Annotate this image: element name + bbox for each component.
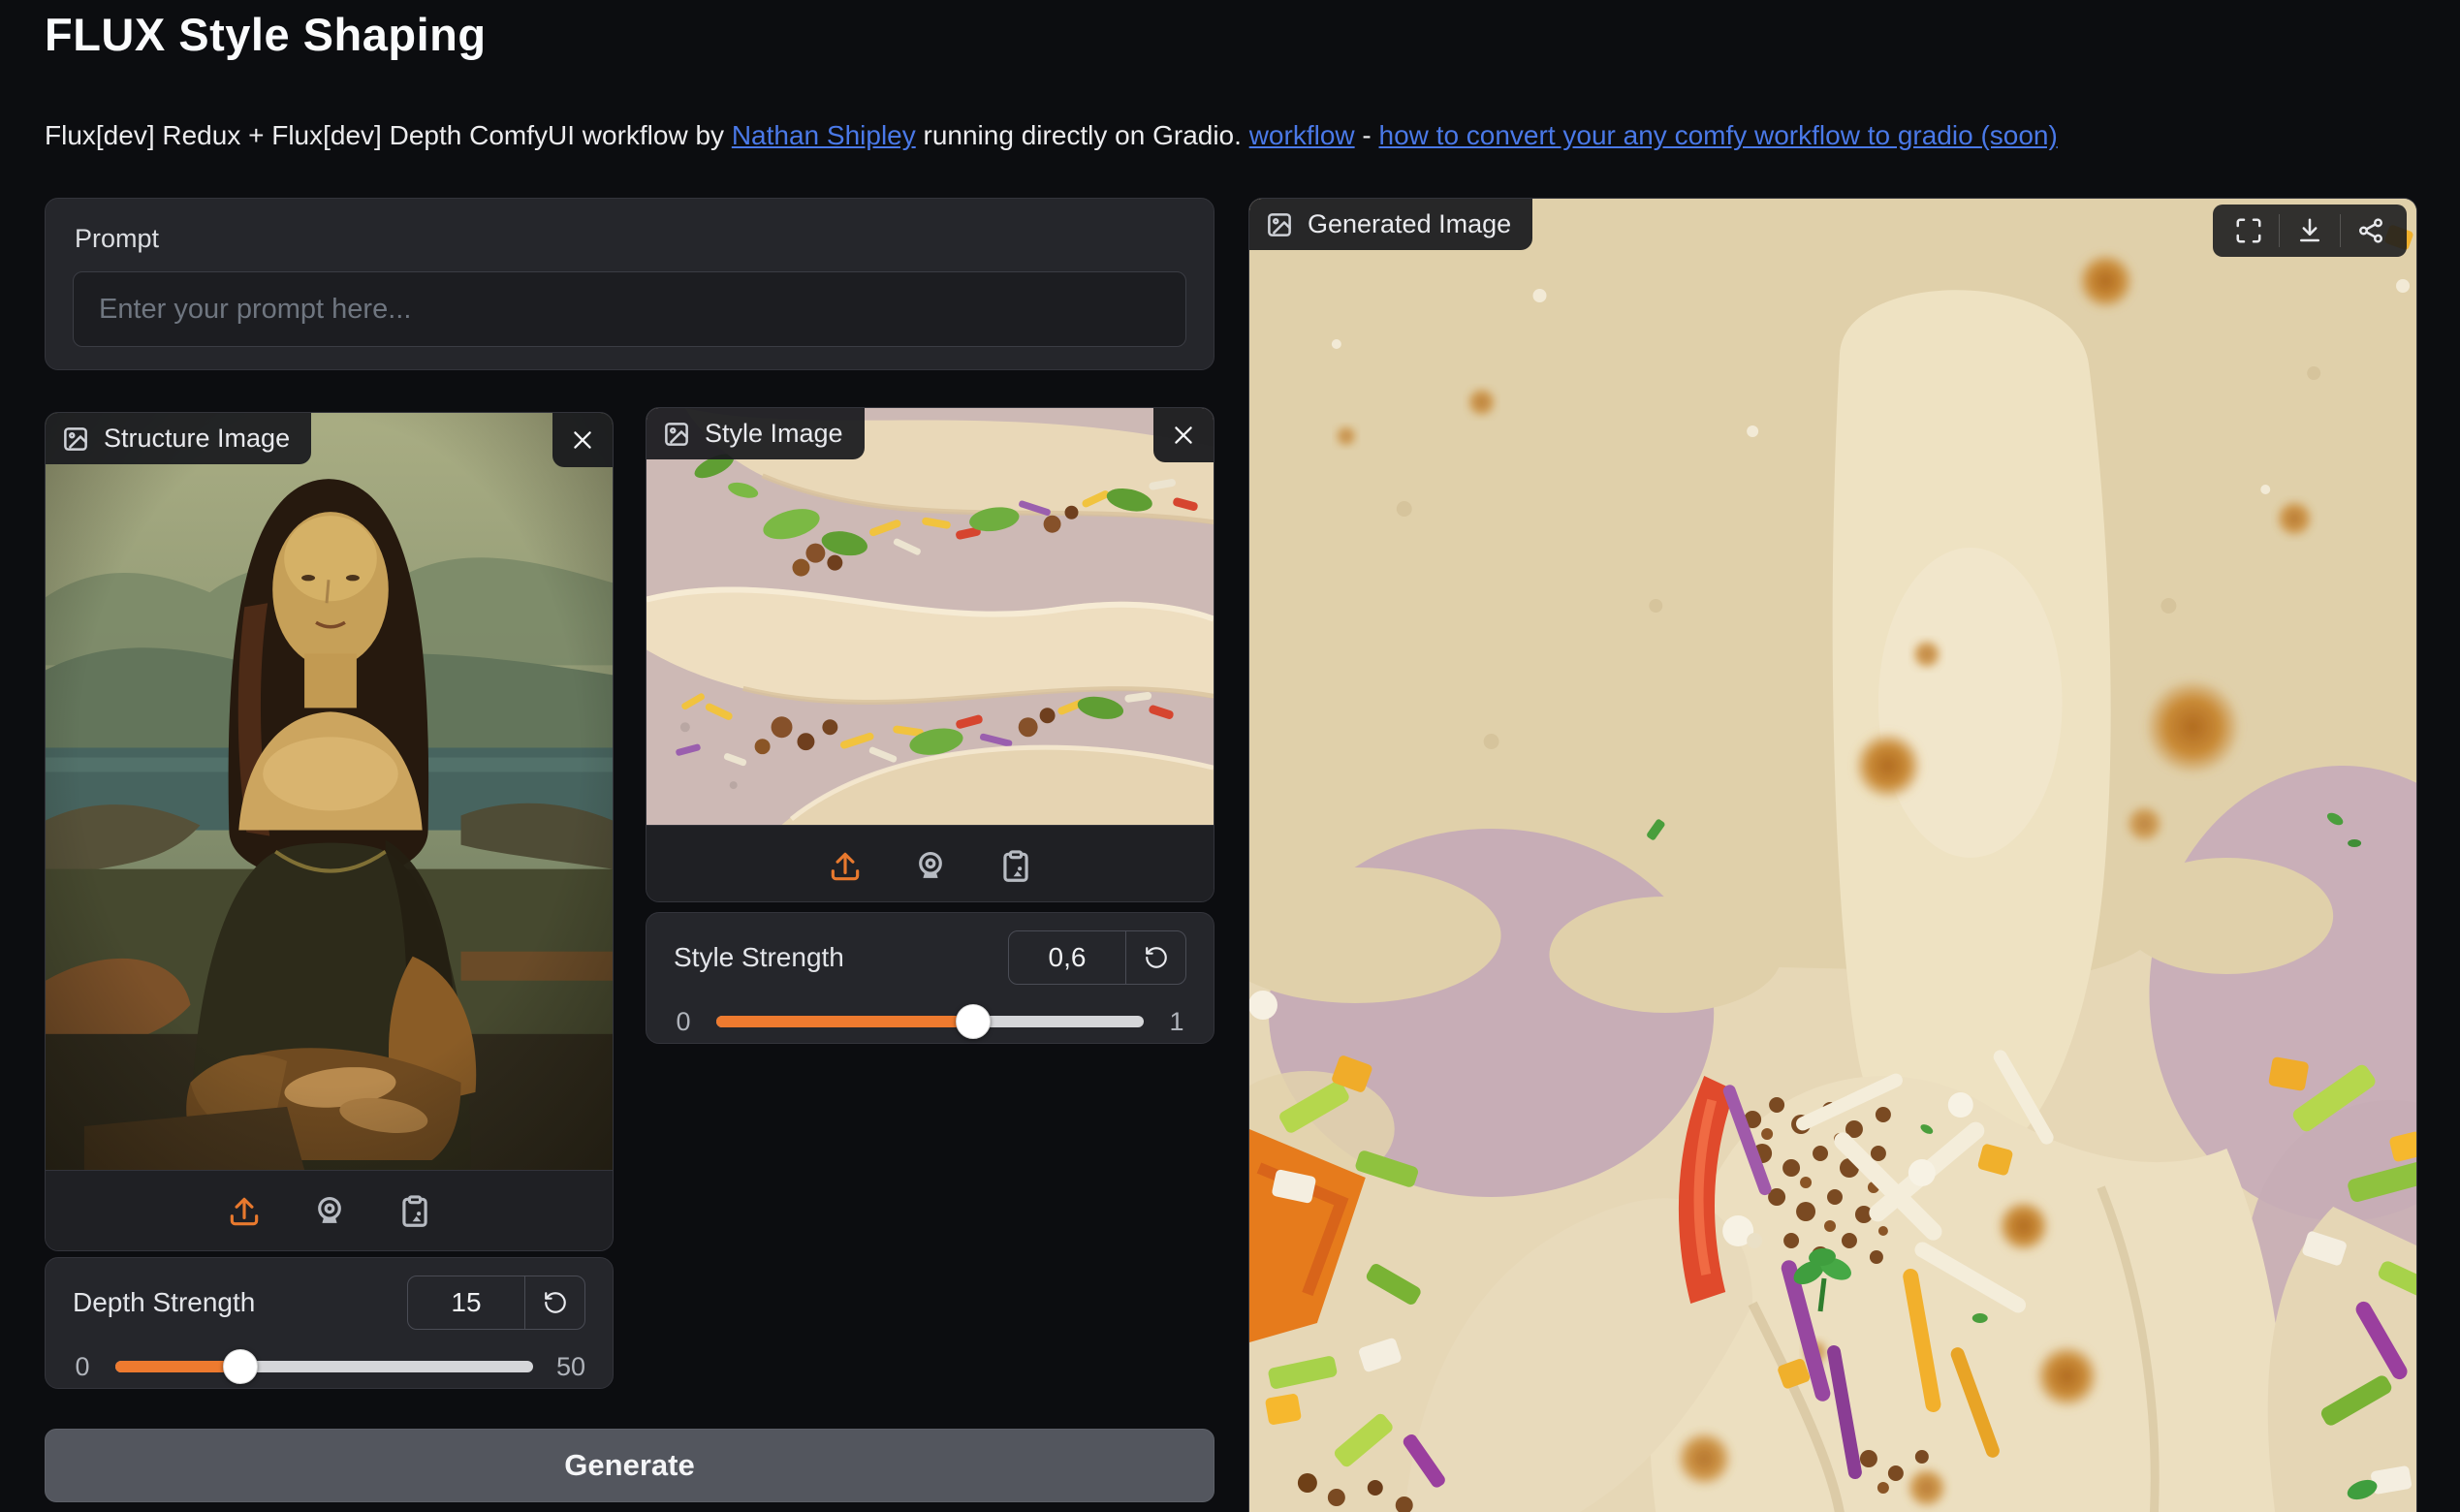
depth-strength-input[interactable] [408,1276,524,1329]
webcam-button[interactable] [301,1187,358,1236]
style-strength-panel: Style Strength 0 1 [646,912,1214,1044]
subtitle-separator: - [1355,120,1379,150]
style-image-panel: Style Image [646,407,1214,902]
prompt-panel: Prompt [45,198,1214,370]
upload-icon [827,848,864,885]
webcam-icon [912,848,949,885]
download-button[interactable] [2280,208,2340,253]
image-icon [662,420,691,449]
style-image[interactable]: Style Image [647,408,1214,825]
close-icon [569,426,596,454]
structure-image-label: Structure Image [104,424,290,454]
slider-fill [115,1361,240,1372]
generated-image-label: Generated Image [1308,209,1511,239]
generated-image-chip: Generated Image [1249,199,1532,250]
prompt-label: Prompt [75,224,1186,254]
subtitle-text-2: running directly on Gradio. [916,120,1249,150]
mona-lisa-image [46,413,613,1170]
depth-strength-label: Depth Strength [73,1287,255,1318]
depth-strength-slider[interactable] [115,1349,533,1384]
slider-fill [716,1016,973,1027]
structure-image-panel: Structure Image [45,412,614,1251]
clipboard-image-icon [997,848,1034,885]
depth-strength-panel: Depth Strength 0 50 [45,1257,614,1389]
share-icon [2356,216,2385,245]
style-strength-label: Style Strength [674,942,844,973]
structure-source-toolbar [46,1170,613,1251]
clipboard-image-icon [396,1193,433,1230]
page-title: FLUX Style Shaping [45,8,487,61]
depth-strength-min: 0 [73,1352,92,1382]
webcam-button[interactable] [902,842,959,891]
paste-image-button[interactable] [387,1187,443,1236]
workflow-link[interactable]: workflow [1249,120,1355,150]
slider-handle[interactable] [223,1349,258,1384]
style-strength-number-group [1008,930,1186,985]
image-icon [1265,210,1294,239]
paste-image-button[interactable] [988,842,1044,891]
reset-icon [543,1290,568,1315]
upload-button[interactable] [817,842,873,891]
style-strength-max: 1 [1167,1007,1186,1037]
style-image-chip: Style Image [647,408,865,459]
prompt-input[interactable] [73,271,1186,347]
style-strength-input[interactable] [1009,931,1125,984]
structure-close-button[interactable] [552,413,613,467]
fullscreen-button[interactable] [2219,208,2279,253]
fullscreen-icon [2234,216,2263,245]
upload-button[interactable] [216,1187,272,1236]
generated-image-toolbar [2213,205,2407,257]
slider-handle[interactable] [956,1004,991,1039]
download-icon [2295,216,2324,245]
upload-icon [226,1193,263,1230]
howto-link[interactable]: how to convert your any comfy workflow t… [1379,120,2058,150]
author-link[interactable]: Nathan Shipley [732,120,916,150]
generated-taco-monalisa-image [1249,199,2416,1512]
style-image-label: Style Image [705,419,843,449]
image-icon [61,425,90,454]
reset-icon [1144,945,1169,970]
depth-strength-number-group [407,1276,585,1330]
style-strength-min: 0 [674,1007,693,1037]
tacos-image [647,408,1214,825]
depth-strength-reset-button[interactable] [524,1276,584,1329]
subtitle-text-1: Flux[dev] Redux + Flux[dev] Depth ComfyU… [45,120,732,150]
style-strength-slider[interactable] [716,1004,1144,1039]
style-source-toolbar [647,825,1214,902]
share-button[interactable] [2341,208,2401,253]
subtitle: Flux[dev] Redux + Flux[dev] Depth ComfyU… [45,120,2058,151]
generate-button[interactable]: Generate [45,1429,1214,1502]
style-close-button[interactable] [1153,408,1214,462]
structure-image[interactable]: Structure Image [46,413,613,1170]
close-icon [1170,422,1197,449]
style-strength-reset-button[interactable] [1125,931,1185,984]
webcam-icon [311,1193,348,1230]
depth-strength-max: 50 [556,1352,585,1382]
generated-image[interactable]: Generated Image [1249,199,2416,1512]
structure-image-chip: Structure Image [46,413,311,464]
generated-image-panel: Generated Image [1248,198,2417,1512]
app: FLUX Style Shaping Flux[dev] Redux + Flu… [0,0,2460,1512]
